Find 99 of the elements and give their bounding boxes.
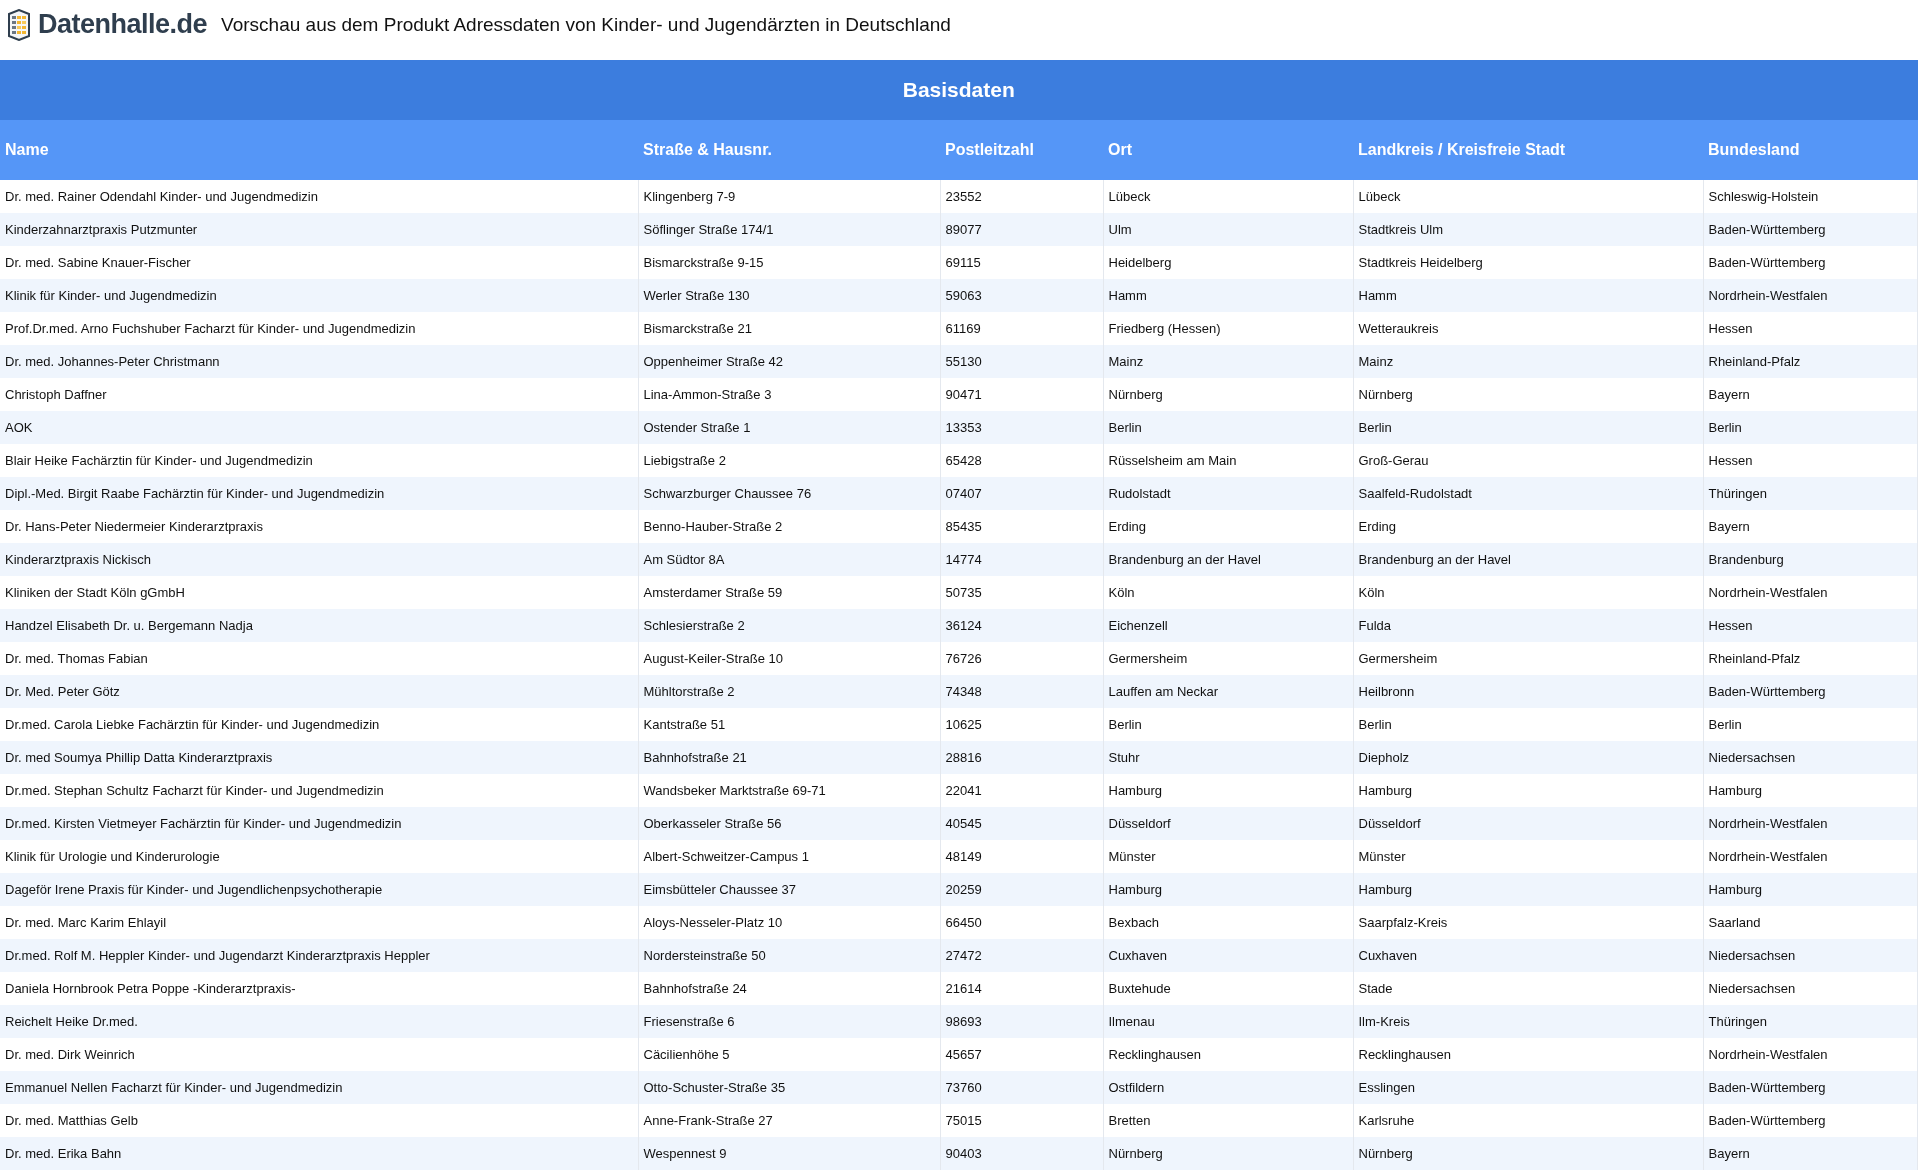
table-cell: Cuxhaven bbox=[1103, 939, 1353, 972]
table-cell: Fulda bbox=[1353, 609, 1703, 642]
table-cell: Niedersachsen bbox=[1703, 741, 1918, 774]
table-cell: Mühltorstraße 2 bbox=[638, 675, 940, 708]
table-cell: Schwarzburger Chaussee 76 bbox=[638, 477, 940, 510]
table-cell: Am Südtor 8A bbox=[638, 543, 940, 576]
table-cell: Dipl.-Med. Birgit Raabe Fachärztin für Kinder- und Jugendmedizin bbox=[0, 477, 638, 510]
table-cell: 98693 bbox=[940, 1005, 1103, 1038]
table-cell: Ilm-Kreis bbox=[1353, 1005, 1703, 1038]
table-cell: 74348 bbox=[940, 675, 1103, 708]
table-cell: Emmanuel Nellen Facharzt für Kinder- und Jugendmedizin bbox=[0, 1071, 638, 1104]
table-cell: 40545 bbox=[940, 807, 1103, 840]
table-cell: 27472 bbox=[940, 939, 1103, 972]
table-cell: 73760 bbox=[940, 1071, 1103, 1104]
table-cell: Klinik für Kinder- und Jugendmedizin bbox=[0, 279, 638, 312]
table-cell: Baden-Württemberg bbox=[1703, 675, 1918, 708]
table-cell: Söflinger Straße 174/1 bbox=[638, 213, 940, 246]
table-cell: Nordrhein-Westfalen bbox=[1703, 807, 1918, 840]
table-cell: Rudolstadt bbox=[1103, 477, 1353, 510]
table-cell: 55130 bbox=[940, 345, 1103, 378]
table-cell: Friesenstraße 6 bbox=[638, 1005, 940, 1038]
table-cell: Ulm bbox=[1103, 213, 1353, 246]
table-cell: Oberkasseler Straße 56 bbox=[638, 807, 940, 840]
table-cell: Hamm bbox=[1103, 279, 1353, 312]
column-header: Ort bbox=[1103, 120, 1353, 180]
table-cell: Stadtkreis Ulm bbox=[1353, 213, 1703, 246]
table-cell: Stuhr bbox=[1103, 741, 1353, 774]
table-cell: Thüringen bbox=[1703, 477, 1918, 510]
table-cell: Wespennest 9 bbox=[638, 1137, 940, 1170]
table-cell: Mainz bbox=[1103, 345, 1353, 378]
table-cell: Diepholz bbox=[1353, 741, 1703, 774]
table-cell: Dageför Irene Praxis für Kinder- und Jugendlichenpsychotherapie bbox=[0, 873, 638, 906]
table-caption: Basisdaten bbox=[0, 60, 1918, 120]
table-cell: Nordrhein-Westfalen bbox=[1703, 279, 1918, 312]
table-cell: Rheinland-Pfalz bbox=[1703, 345, 1918, 378]
table-cell: Nürnberg bbox=[1103, 1137, 1353, 1170]
table-cell: Dr. med. Erika Bahn bbox=[0, 1137, 638, 1170]
table-cell: 59063 bbox=[940, 279, 1103, 312]
page-title: Vorschau aus dem Produkt Adressdaten von Kinder- und Jugendärzten in Deutschland bbox=[221, 13, 951, 36]
table-cell: 28816 bbox=[940, 741, 1103, 774]
column-header: Landkreis / Kreisfreie Stadt bbox=[1353, 120, 1703, 180]
table-cell: Lauffen am Neckar bbox=[1103, 675, 1353, 708]
table-cell: Werler Straße 130 bbox=[638, 279, 940, 312]
column-header: Postleitzahl bbox=[940, 120, 1103, 180]
table-cell: Heilbronn bbox=[1353, 675, 1703, 708]
column-header: Straße & Hausnr. bbox=[638, 120, 940, 180]
table-cell: Baden-Württemberg bbox=[1703, 213, 1918, 246]
table-cell: Dr.med. Kirsten Vietmeyer Fachärztin für Kinder- und Jugendmedizin bbox=[0, 807, 638, 840]
table-cell: Hessen bbox=[1703, 609, 1918, 642]
table-cell: Mainz bbox=[1353, 345, 1703, 378]
table-cell: 07407 bbox=[940, 477, 1103, 510]
table-cell: Dr.med. Rolf M. Heppler Kinder- und Jugendarzt Kinderarztpraxis Heppler bbox=[0, 939, 638, 972]
table-cell: Eichenzell bbox=[1103, 609, 1353, 642]
column-header: Name bbox=[0, 120, 638, 180]
table-cell: Berlin bbox=[1703, 411, 1918, 444]
table-cell: Eimsbütteler Chaussee 37 bbox=[638, 873, 940, 906]
table-cell: Handzel Elisabeth Dr. u. Bergemann Nadja bbox=[0, 609, 638, 642]
table-cell: Bahnhofstraße 21 bbox=[638, 741, 940, 774]
table-cell: Brandenburg an der Havel bbox=[1353, 543, 1703, 576]
table-cell: Hamburg bbox=[1103, 873, 1353, 906]
table-cell: Hamburg bbox=[1703, 873, 1918, 906]
table-cell: AOK bbox=[0, 411, 638, 444]
table-cell: Baden-Württemberg bbox=[1703, 1071, 1918, 1104]
logo[interactable]: Datenhalle.de bbox=[4, 8, 208, 41]
table-cell: Otto-Schuster-Straße 35 bbox=[638, 1071, 940, 1104]
table-cell: 13353 bbox=[940, 411, 1103, 444]
table-cell: Kinderarztpraxis Nickisch bbox=[0, 543, 638, 576]
table-cell: Oppenheimer Straße 42 bbox=[638, 345, 940, 378]
table-cell: Cuxhaven bbox=[1353, 939, 1703, 972]
table-cell: Schlesierstraße 2 bbox=[638, 609, 940, 642]
table-cell: 89077 bbox=[940, 213, 1103, 246]
table-cell: Thüringen bbox=[1703, 1005, 1918, 1038]
table-cell: Bayern bbox=[1703, 1137, 1918, 1170]
table-cell: Hamburg bbox=[1353, 873, 1703, 906]
table-cell: 14774 bbox=[940, 543, 1103, 576]
table-cell: Brandenburg bbox=[1703, 543, 1918, 576]
table-cell: Brandenburg an der Havel bbox=[1103, 543, 1353, 576]
table-cell: Düsseldorf bbox=[1353, 807, 1703, 840]
table-cell: Kinderzahnarztpraxis Putzmunter bbox=[0, 213, 638, 246]
column-header: Bundesland bbox=[1703, 120, 1918, 180]
table-cell: Berlin bbox=[1353, 411, 1703, 444]
table-cell: Ilmenau bbox=[1103, 1005, 1353, 1038]
table-cell: Dr. Med. Peter Götz bbox=[0, 675, 638, 708]
table-cell: Ostfildern bbox=[1103, 1071, 1353, 1104]
table-cell: Dr. med Soumya Phillip Datta Kinderarztpraxis bbox=[0, 741, 638, 774]
table-cell: Ostender Straße 1 bbox=[638, 411, 940, 444]
table-cell: 36124 bbox=[940, 609, 1103, 642]
table-cell: Saalfeld-Rudolstadt bbox=[1353, 477, 1703, 510]
table-cell: Hamm bbox=[1353, 279, 1703, 312]
table-cell: Niedersachsen bbox=[1703, 939, 1918, 972]
table-cell: Berlin bbox=[1103, 411, 1353, 444]
table-cell: Nordersteinstraße 50 bbox=[638, 939, 940, 972]
table-cell: Dr. med. Johannes-Peter Christmann bbox=[0, 345, 638, 378]
table-cell: 90403 bbox=[940, 1137, 1103, 1170]
table-cell: Reichelt Heike Dr.med. bbox=[0, 1005, 638, 1038]
table-cell: Nürnberg bbox=[1353, 1137, 1703, 1170]
table-cell: Esslingen bbox=[1353, 1071, 1703, 1104]
table-cell: Düsseldorf bbox=[1103, 807, 1353, 840]
table-cell: 20259 bbox=[940, 873, 1103, 906]
